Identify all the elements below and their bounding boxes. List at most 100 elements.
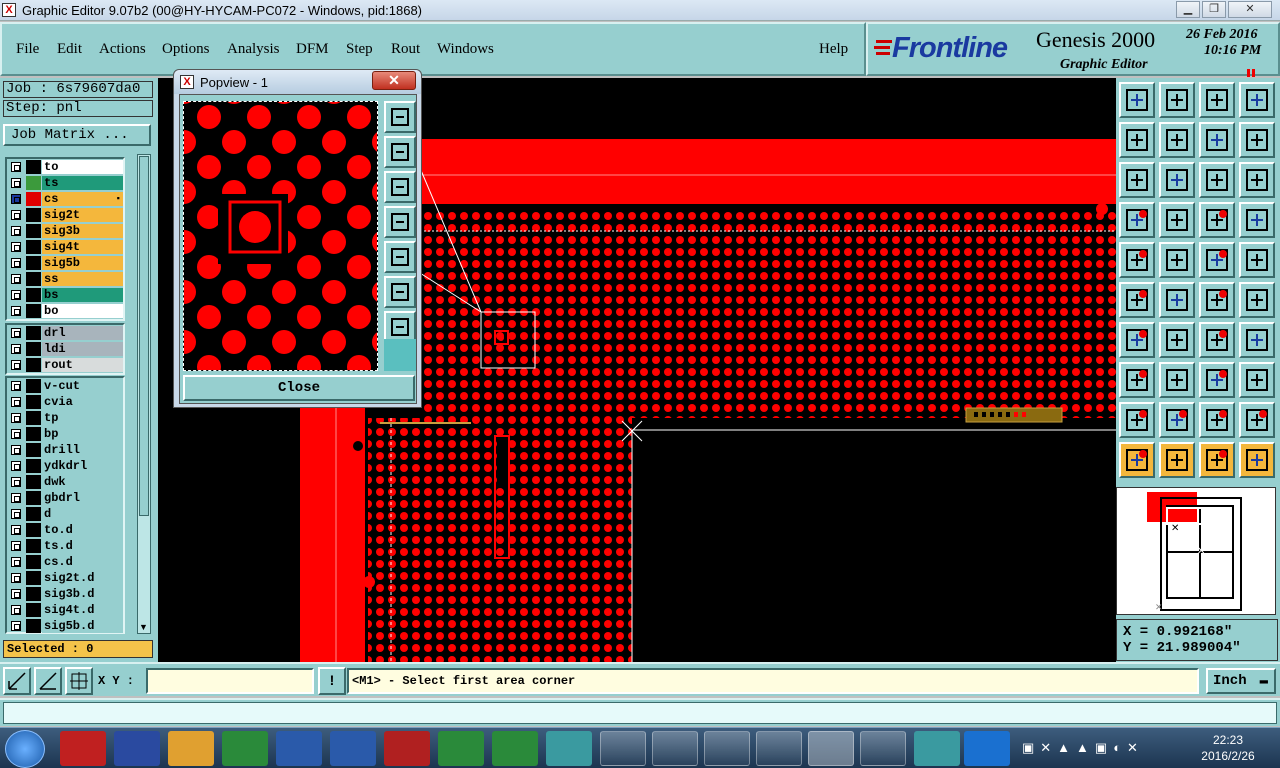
fit-box-icon[interactable] (1199, 362, 1235, 398)
layer-color-swatch[interactable] (26, 507, 41, 521)
help-icon[interactable] (1239, 162, 1275, 198)
layer-scrollbar[interactable]: ▼ (137, 154, 151, 634)
layer-row-gbdrl[interactable]: gbdrl (7, 490, 123, 506)
layer-color-swatch[interactable] (26, 288, 41, 302)
triangle-3-icon[interactable] (1199, 402, 1235, 438)
overview-map[interactable]: ✕ ✕ ✕ (1116, 487, 1276, 615)
layer-name[interactable]: d (42, 507, 123, 521)
layer-color-swatch[interactable] (26, 443, 41, 457)
taskbar-word-icon[interactable] (276, 731, 322, 766)
menu-rout[interactable]: Rout (391, 41, 420, 58)
home-icon[interactable] (1199, 82, 1235, 118)
taskbar-app-1-icon[interactable] (60, 731, 106, 766)
menu-help[interactable]: Help (819, 41, 848, 58)
layer-row-sig3b-d[interactable]: sig3b.d (7, 586, 123, 602)
layer-name[interactable]: cs ▪ (42, 192, 123, 206)
line-red-icon[interactable] (1159, 362, 1195, 398)
taskbar-app-p-icon[interactable] (222, 731, 268, 766)
popview-right-icon[interactable] (384, 241, 416, 273)
layer-row-dwk[interactable]: dwk (7, 474, 123, 490)
layer-row-bp[interactable]: bp (7, 426, 123, 442)
layer-checkbox[interactable] (11, 226, 21, 236)
fit-screen-icon[interactable] (1239, 82, 1275, 118)
layer-row-drl[interactable]: drl (7, 325, 123, 341)
layer-checkbox[interactable] (11, 557, 21, 567)
popview-title-bar[interactable]: X Popview - 1 ✕ (174, 70, 421, 94)
layer-color-swatch[interactable] (26, 427, 41, 441)
arc-icon[interactable] (1199, 322, 1235, 358)
layer-name[interactable]: ts.d (42, 539, 123, 553)
layer-row-d[interactable]: d (7, 506, 123, 522)
layer-checkbox[interactable] (11, 445, 21, 455)
layer-row-bo[interactable]: bo (7, 303, 123, 319)
layer-name[interactable]: drl (42, 326, 123, 340)
ruler-icon[interactable] (1199, 242, 1235, 278)
layer-name[interactable]: sig2t (42, 208, 123, 222)
layer-row-ldi[interactable]: ldi (7, 341, 123, 357)
taskbar-eye-2-icon[interactable] (914, 731, 960, 766)
layer-checkbox[interactable] (11, 210, 21, 220)
move-point-icon[interactable] (1159, 282, 1195, 318)
layer-checkbox[interactable] (11, 589, 21, 599)
layer-checkbox[interactable] (11, 306, 21, 316)
layer-checkbox[interactable] (11, 525, 21, 535)
menu-file[interactable]: File (16, 41, 39, 58)
layer-name[interactable]: sig2t.d (42, 571, 123, 585)
corner-icon[interactable] (1119, 362, 1155, 398)
start-button[interactable] (5, 730, 45, 768)
layer-checkbox[interactable] (11, 493, 21, 503)
snap-red-icon[interactable] (1199, 202, 1235, 238)
warning-button[interactable]: ! (318, 667, 346, 695)
layer-color-swatch[interactable] (26, 603, 41, 617)
layer-color-swatch[interactable] (26, 459, 41, 473)
taskbar-genesis-window-1[interactable] (600, 731, 646, 766)
layer-color-swatch[interactable] (26, 395, 41, 409)
line-select-icon[interactable] (1159, 242, 1195, 278)
unit-selector[interactable]: Inch ▬ (1206, 668, 1276, 694)
layer-name[interactable]: v-cut (42, 379, 123, 393)
layer-name[interactable]: ldi (42, 342, 123, 356)
layer-color-swatch[interactable] (26, 256, 41, 270)
layer-row-cvia[interactable]: cvia (7, 394, 123, 410)
layer-checkbox[interactable] (11, 541, 21, 551)
taskbar-genesis-window-4[interactable] (756, 731, 802, 766)
taskbar-frontline-icon[interactable] (964, 731, 1010, 766)
layer-name[interactable]: ydkdrl (42, 459, 123, 473)
layer-checkbox[interactable] (11, 328, 21, 338)
layer-name[interactable]: cs.d (42, 555, 123, 569)
layer-color-swatch[interactable] (26, 475, 41, 489)
layer-checkbox[interactable] (11, 429, 21, 439)
pan-right-icon[interactable] (1159, 122, 1195, 158)
layer-row-sig3b[interactable]: sig3b (7, 223, 123, 239)
layer-checkbox[interactable] (11, 242, 21, 252)
sym-icon[interactable] (1239, 122, 1275, 158)
layer-checkbox[interactable] (11, 290, 21, 300)
grid-icon[interactable] (1159, 202, 1195, 238)
slope-icon[interactable] (1159, 322, 1195, 358)
layer-color-swatch[interactable] (26, 555, 41, 569)
layer-checkbox[interactable] (11, 360, 21, 370)
layer-checkbox[interactable] (11, 381, 21, 391)
layer-name[interactable]: to (42, 160, 123, 174)
menu-windows[interactable]: Windows (437, 41, 494, 58)
layer-name[interactable]: sig5b (42, 256, 123, 270)
layer-row-tp[interactable]: tp (7, 410, 123, 426)
layer-name[interactable]: rout (42, 358, 123, 372)
layer-row-sig2t[interactable]: sig2t (7, 207, 123, 223)
layer-name[interactable]: cvia (42, 395, 123, 409)
layer-checkbox[interactable] (11, 605, 21, 615)
taskbar-save-icon[interactable] (114, 731, 160, 766)
layer-name[interactable]: gbdrl (42, 491, 123, 505)
taskbar-excel-icon[interactable] (438, 731, 484, 766)
layer-color-swatch[interactable] (26, 304, 41, 318)
zoom-all-icon[interactable] (1119, 162, 1155, 198)
layer-row-rout[interactable]: rout (7, 357, 123, 373)
layer-name[interactable]: sig4t.d (42, 603, 123, 617)
layer-color-swatch[interactable] (26, 208, 41, 222)
triangle-1-icon[interactable] (1119, 402, 1155, 438)
layer-color-swatch[interactable] (26, 224, 41, 238)
layer-checkbox[interactable] (11, 344, 21, 354)
xy-input[interactable] (146, 668, 314, 694)
system-tray-icons[interactable]: ▣✕▲▲▣◐✕ (1022, 740, 1172, 756)
layer-checkbox[interactable] (11, 477, 21, 487)
